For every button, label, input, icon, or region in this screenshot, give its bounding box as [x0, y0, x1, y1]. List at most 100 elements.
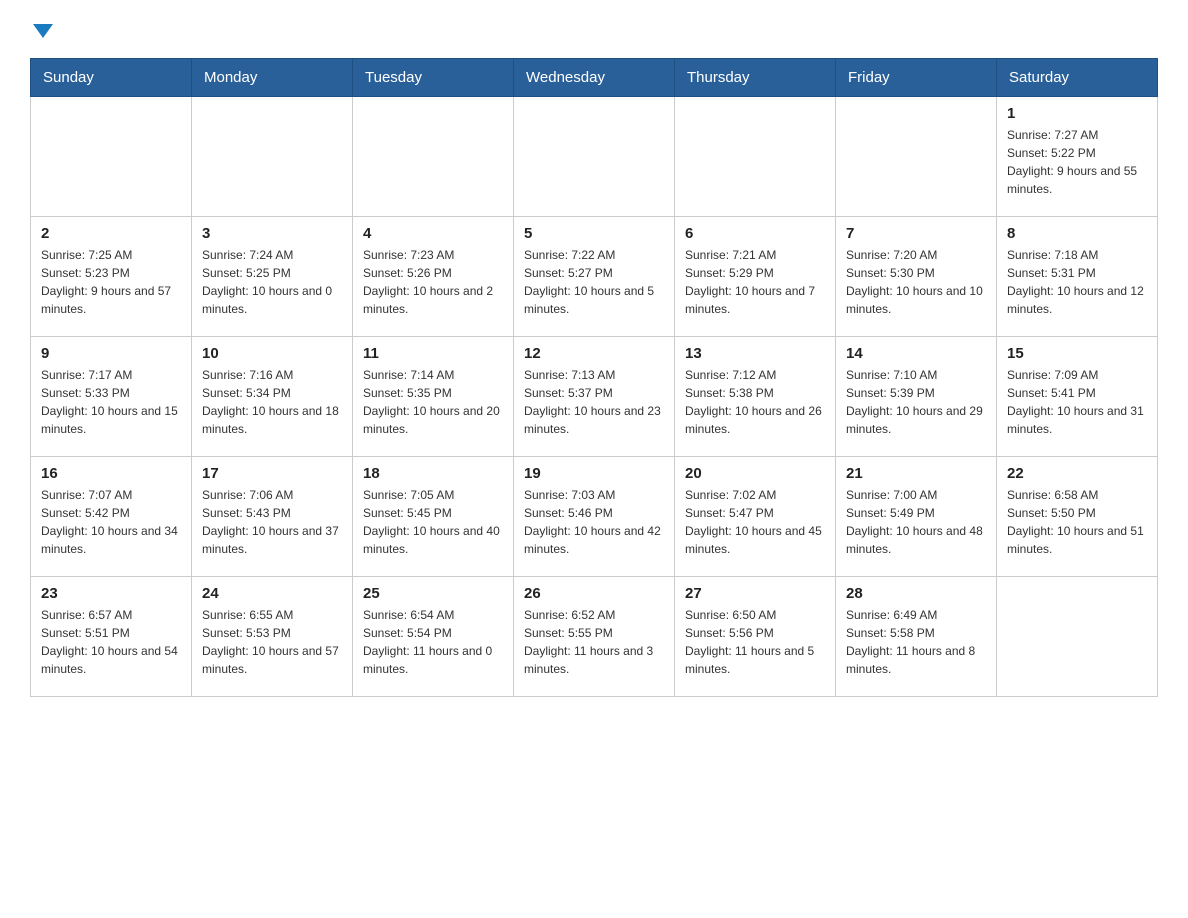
calendar-day-cell: 18 Sunrise: 7:05 AMSunset: 5:45 PMDayligh…: [353, 457, 514, 577]
calendar-day-cell: 9 Sunrise: 7:17 AMSunset: 5:33 PMDaylight…: [31, 337, 192, 457]
calendar-day-cell: 8Sunrise: 7:18 AMSunset: 5:31 PMDaylight…: [997, 217, 1158, 337]
day-info: Sunrise: 7:16 AMSunset: 5:34 PMDaylight:…: [202, 366, 342, 438]
day-info: Sunrise: 6:49 AMSunset: 5:58 PMDaylight:…: [846, 606, 986, 678]
day-of-week-header: Tuesday: [353, 59, 514, 97]
calendar-day-cell: 21 Sunrise: 7:00 AMSunset: 5:49 PMDayligh…: [836, 457, 997, 577]
day-number: 12: [524, 345, 664, 362]
calendar-day-cell: 3 Sunrise: 7:24 AMSunset: 5:25 PMDaylight…: [192, 217, 353, 337]
day-number: 2: [41, 225, 181, 242]
day-number: 15: [1007, 345, 1147, 362]
calendar-day-cell: 25 Sunrise: 6:54 AMSunset: 5:54 PMDayligh…: [353, 577, 514, 697]
calendar-day-cell: 5Sunrise: 7:22 AMSunset: 5:27 PMDaylight…: [514, 217, 675, 337]
calendar-day-cell: 4 Sunrise: 7:23 AMSunset: 5:26 PMDaylight…: [353, 217, 514, 337]
day-info: Sunrise: 7:05 AMSunset: 5:45 PMDaylight:…: [363, 486, 503, 558]
calendar-day-cell: 6 Sunrise: 7:21 AMSunset: 5:29 PMDaylight…: [675, 217, 836, 337]
calendar-day-cell: [353, 97, 514, 217]
day-of-week-header: Saturday: [997, 59, 1158, 97]
day-info: Sunrise: 7:07 AMSunset: 5:42 PMDaylight:…: [41, 486, 181, 558]
day-info: Sunrise: 7:20 AMSunset: 5:30 PMDaylight:…: [846, 246, 986, 318]
calendar-day-cell: 20 Sunrise: 7:02 AMSunset: 5:47 PMDayligh…: [675, 457, 836, 577]
calendar-day-cell: 12 Sunrise: 7:13 AMSunset: 5:37 PMDayligh…: [514, 337, 675, 457]
calendar-day-cell: 7 Sunrise: 7:20 AMSunset: 5:30 PMDaylight…: [836, 217, 997, 337]
day-info: Sunrise: 6:55 AMSunset: 5:53 PMDaylight:…: [202, 606, 342, 678]
day-info: Sunrise: 7:03 AMSunset: 5:46 PMDaylight:…: [524, 486, 664, 558]
calendar-day-cell: [192, 97, 353, 217]
day-number: 4: [363, 225, 503, 242]
calendar-day-cell: 26 Sunrise: 6:52 AMSunset: 5:55 PMDayligh…: [514, 577, 675, 697]
day-number: 11: [363, 345, 503, 362]
calendar-day-cell: 22 Sunrise: 6:58 AMSunset: 5:50 PMDayligh…: [997, 457, 1158, 577]
calendar-day-cell: [997, 577, 1158, 697]
day-number: 16: [41, 465, 181, 482]
calendar-week-row: 2 Sunrise: 7:25 AMSunset: 5:23 PMDaylight…: [31, 217, 1158, 337]
day-number: 20: [685, 465, 825, 482]
day-of-week-header: Sunday: [31, 59, 192, 97]
day-info: Sunrise: 7:21 AMSunset: 5:29 PMDaylight:…: [685, 246, 825, 318]
day-number: 28: [846, 585, 986, 602]
day-info: Sunrise: 6:52 AMSunset: 5:55 PMDaylight:…: [524, 606, 664, 678]
day-number: 13: [685, 345, 825, 362]
calendar-day-cell: 11 Sunrise: 7:14 AMSunset: 5:35 PMDayligh…: [353, 337, 514, 457]
day-info: Sunrise: 7:23 AMSunset: 5:26 PMDaylight:…: [363, 246, 503, 318]
day-info: Sunrise: 7:18 AMSunset: 5:31 PMDaylight:…: [1007, 246, 1147, 318]
day-info: Sunrise: 7:24 AMSunset: 5:25 PMDaylight:…: [202, 246, 342, 318]
day-info: Sunrise: 7:06 AMSunset: 5:43 PMDaylight:…: [202, 486, 342, 558]
day-info: Sunrise: 7:00 AMSunset: 5:49 PMDaylight:…: [846, 486, 986, 558]
calendar-week-row: 16 Sunrise: 7:07 AMSunset: 5:42 PMDayligh…: [31, 457, 1158, 577]
calendar-header-row: SundayMondayTuesdayWednesdayThursdayFrid…: [31, 59, 1158, 97]
day-info: Sunrise: 7:25 AMSunset: 5:23 PMDaylight:…: [41, 246, 181, 318]
day-number: 17: [202, 465, 342, 482]
day-info: Sunrise: 7:10 AMSunset: 5:39 PMDaylight:…: [846, 366, 986, 438]
day-info: Sunrise: 7:27 AMSunset: 5:22 PMDaylight:…: [1007, 126, 1147, 198]
day-number: 26: [524, 585, 664, 602]
calendar-day-cell: 24 Sunrise: 6:55 AMSunset: 5:53 PMDayligh…: [192, 577, 353, 697]
calendar-day-cell: 2 Sunrise: 7:25 AMSunset: 5:23 PMDaylight…: [31, 217, 192, 337]
day-number: 1: [1007, 105, 1147, 122]
day-of-week-header: Monday: [192, 59, 353, 97]
day-number: 21: [846, 465, 986, 482]
day-info: Sunrise: 6:58 AMSunset: 5:50 PMDaylight:…: [1007, 486, 1147, 558]
calendar-day-cell: 16 Sunrise: 7:07 AMSunset: 5:42 PMDayligh…: [31, 457, 192, 577]
day-info: Sunrise: 7:12 AMSunset: 5:38 PMDaylight:…: [685, 366, 825, 438]
calendar-day-cell: 28 Sunrise: 6:49 AMSunset: 5:58 PMDayligh…: [836, 577, 997, 697]
day-number: 24: [202, 585, 342, 602]
day-info: Sunrise: 7:22 AMSunset: 5:27 PMDaylight:…: [524, 246, 664, 318]
day-number: 25: [363, 585, 503, 602]
day-info: Sunrise: 6:57 AMSunset: 5:51 PMDaylight:…: [41, 606, 181, 678]
day-info: Sunrise: 7:17 AMSunset: 5:33 PMDaylight:…: [41, 366, 181, 438]
day-number: 6: [685, 225, 825, 242]
day-of-week-header: Friday: [836, 59, 997, 97]
calendar-week-row: 1 Sunrise: 7:27 AMSunset: 5:22 PMDaylight…: [31, 97, 1158, 217]
calendar-day-cell: 17 Sunrise: 7:06 AMSunset: 5:43 PMDayligh…: [192, 457, 353, 577]
day-number: 9: [41, 345, 181, 362]
calendar-day-cell: 15 Sunrise: 7:09 AMSunset: 5:41 PMDayligh…: [997, 337, 1158, 457]
calendar-table: SundayMondayTuesdayWednesdayThursdayFrid…: [30, 58, 1158, 697]
calendar-day-cell: 1 Sunrise: 7:27 AMSunset: 5:22 PMDaylight…: [997, 97, 1158, 217]
calendar-day-cell: 23 Sunrise: 6:57 AMSunset: 5:51 PMDayligh…: [31, 577, 192, 697]
calendar-week-row: 23 Sunrise: 6:57 AMSunset: 5:51 PMDayligh…: [31, 577, 1158, 697]
calendar-day-cell: [514, 97, 675, 217]
day-of-week-header: Thursday: [675, 59, 836, 97]
day-number: 18: [363, 465, 503, 482]
day-number: 22: [1007, 465, 1147, 482]
calendar-day-cell: 27Sunrise: 6:50 AMSunset: 5:56 PMDayligh…: [675, 577, 836, 697]
day-number: 3: [202, 225, 342, 242]
day-number: 10: [202, 345, 342, 362]
day-number: 23: [41, 585, 181, 602]
day-info: Sunrise: 7:09 AMSunset: 5:41 PMDaylight:…: [1007, 366, 1147, 438]
day-info: Sunrise: 6:54 AMSunset: 5:54 PMDaylight:…: [363, 606, 503, 678]
day-info: Sunrise: 7:02 AMSunset: 5:47 PMDaylight:…: [685, 486, 825, 558]
calendar-day-cell: [836, 97, 997, 217]
day-number: 14: [846, 345, 986, 362]
day-number: 7: [846, 225, 986, 242]
calendar-day-cell: 10 Sunrise: 7:16 AMSunset: 5:34 PMDayligh…: [192, 337, 353, 457]
calendar-day-cell: [31, 97, 192, 217]
day-info: Sunrise: 7:13 AMSunset: 5:37 PMDaylight:…: [524, 366, 664, 438]
day-of-week-header: Wednesday: [514, 59, 675, 97]
calendar-day-cell: 14 Sunrise: 7:10 AMSunset: 5:39 PMDayligh…: [836, 337, 997, 457]
calendar-week-row: 9 Sunrise: 7:17 AMSunset: 5:33 PMDaylight…: [31, 337, 1158, 457]
page-header: [30, 20, 1158, 38]
day-info: Sunrise: 7:14 AMSunset: 5:35 PMDaylight:…: [363, 366, 503, 438]
logo-arrow-icon: [33, 24, 53, 38]
day-info: Sunrise: 6:50 AMSunset: 5:56 PMDaylight:…: [685, 606, 825, 678]
